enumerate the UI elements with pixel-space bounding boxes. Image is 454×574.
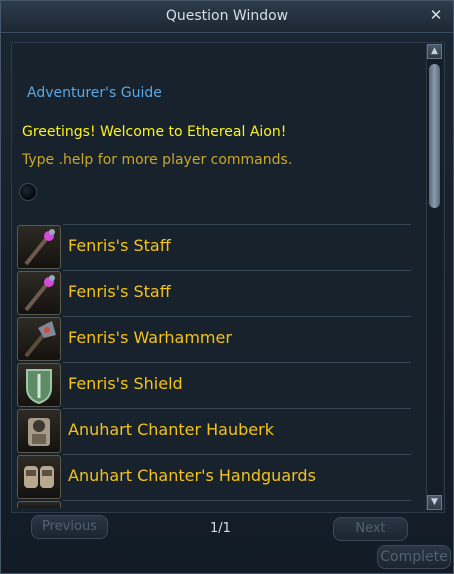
reward-item[interactable]: [16, 500, 411, 508]
reward-item[interactable]: Fenris's Staff: [16, 224, 411, 270]
item-name: Fenris's Warhammer: [68, 328, 232, 347]
scrollbar[interactable]: ▲ ▼: [426, 44, 442, 510]
hauberk-icon: [17, 409, 61, 453]
previous-button[interactable]: Previous: [31, 515, 108, 539]
complete-button[interactable]: Complete: [377, 545, 451, 569]
reward-item[interactable]: Anuhart Chanter's Handguards: [16, 454, 411, 500]
scroll-up-icon[interactable]: ▲: [427, 44, 442, 59]
staff-icon: [17, 271, 61, 315]
item-name: Anuhart Chanter Hauberk: [68, 420, 274, 439]
item-name: Fenris's Staff: [68, 282, 171, 301]
item-divider: [63, 270, 411, 271]
item-divider: [63, 316, 411, 317]
question-window: Question Window ✕ Adventurer's Guide Gre…: [0, 0, 454, 574]
item-divider: [63, 500, 411, 501]
adventurers-guide-link[interactable]: Adventurer's Guide: [27, 85, 162, 101]
item-divider: [63, 362, 411, 363]
item-name: Anuhart Chanter's Handguards: [68, 466, 316, 485]
reward-item[interactable]: Fenris's Warhammer: [16, 316, 411, 362]
scroll-down-icon[interactable]: ▼: [427, 495, 442, 510]
hauberk-icon: [17, 501, 61, 508]
shield-icon: [17, 363, 61, 407]
page-indicator: 1/1: [210, 521, 231, 536]
reward-item[interactable]: Anuhart Chanter Hauberk: [16, 408, 411, 454]
item-divider: [63, 408, 411, 409]
staff-icon: [17, 225, 61, 269]
content-panel: Adventurer's Guide Greetings! Welcome to…: [11, 42, 445, 513]
next-button[interactable]: Next: [333, 517, 408, 541]
window-title: Question Window: [165, 8, 289, 24]
help-text: Type .help for more player commands.: [22, 152, 293, 168]
item-name: Fenris's Shield: [68, 374, 183, 393]
reward-item[interactable]: Fenris's Staff: [16, 270, 411, 316]
scrollbar-thumb[interactable]: [429, 64, 440, 208]
title-bar[interactable]: Question Window ✕: [1, 1, 453, 33]
item-name: Fenris's Staff: [68, 236, 171, 255]
item-divider: [63, 224, 411, 225]
reward-item[interactable]: Fenris's Shield: [16, 362, 411, 408]
reward-list: Fenris's Staff Fenris's Staff Fenris's W…: [16, 224, 411, 508]
item-divider: [63, 454, 411, 455]
greeting-text: Greetings! Welcome to Ethereal Aion!: [22, 124, 287, 140]
warhammer-icon: [17, 317, 61, 361]
option-radio[interactable]: [19, 183, 37, 201]
handguards-icon: [17, 455, 61, 499]
close-icon[interactable]: ✕: [427, 6, 445, 24]
